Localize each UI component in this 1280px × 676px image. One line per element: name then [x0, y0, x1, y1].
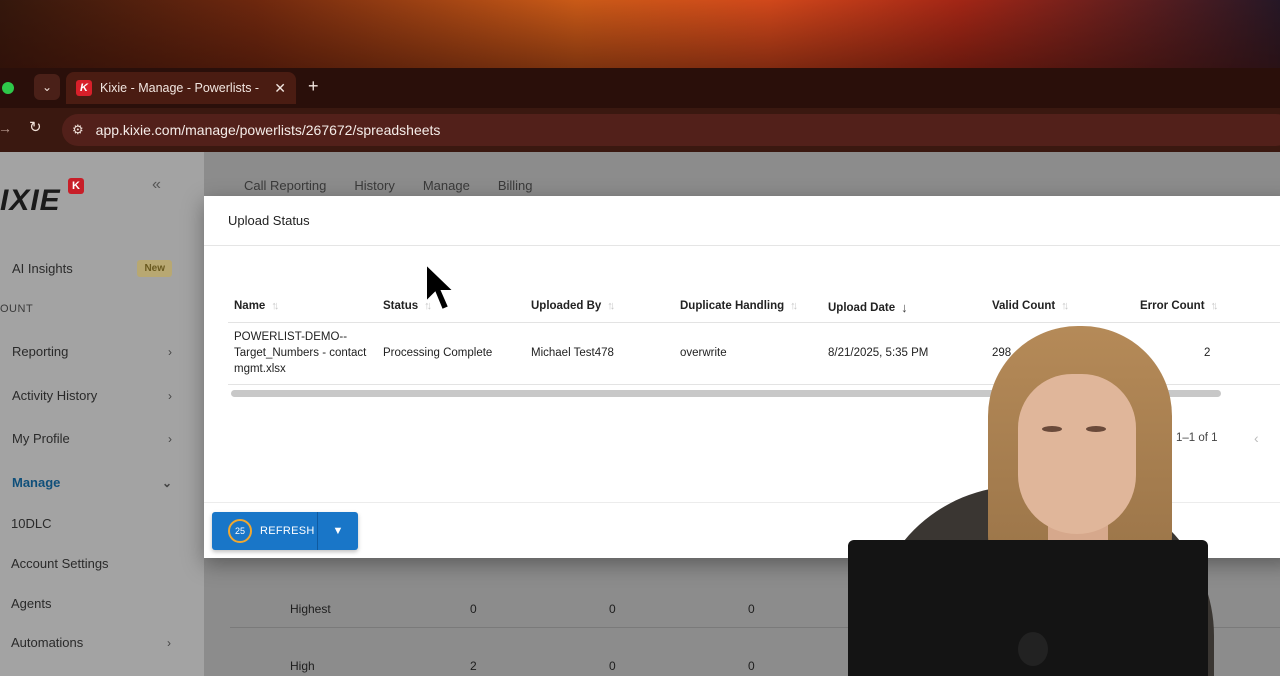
- nav-call-reporting[interactable]: Call Reporting: [244, 178, 326, 193]
- count-cell: 0: [609, 659, 616, 673]
- column-header-upload-date[interactable]: Upload Date ↓: [828, 300, 908, 315]
- main-nav: Call Reporting History Manage Billing: [244, 178, 533, 193]
- webcam-overlay: [846, 326, 1280, 676]
- tab-search-button[interactable]: ⌄: [34, 74, 60, 100]
- sidebar-item-label: AI Insights: [12, 261, 73, 276]
- name-line: POWERLIST-DEMO--: [234, 331, 348, 343]
- sort-icon: ↑↓: [790, 300, 798, 312]
- sort-icon: ↑↓: [1210, 300, 1219, 312]
- name-line: mgmt.xlsx: [234, 363, 286, 375]
- column-header-label: Valid Count: [992, 300, 1056, 312]
- forward-arrow-icon[interactable]: →: [0, 120, 12, 136]
- column-header-label: Uploaded By: [531, 300, 602, 312]
- sidebar-item-label: Agents: [11, 596, 52, 611]
- count-cell: 0: [748, 659, 755, 673]
- nav-history[interactable]: History: [354, 178, 394, 193]
- sidebar-item-my-profile[interactable]: My Profile ›: [12, 431, 172, 446]
- column-header-status[interactable]: Status ↑↓: [383, 300, 432, 312]
- refresh-split-button: 25 REFRESH ▼: [212, 512, 358, 550]
- sidebar-item-activity-history[interactable]: Activity History ›: [12, 388, 172, 403]
- presenter-face: [1018, 374, 1136, 534]
- window-maximize-button[interactable]: [2, 82, 14, 94]
- count-cell: 0: [748, 602, 755, 616]
- arrow-down-icon: ↓: [901, 300, 908, 315]
- reload-icon[interactable]: ↻: [29, 118, 42, 136]
- caret-down-icon: ▼: [332, 525, 344, 537]
- cell-duplicate-handling: overwrite: [680, 347, 727, 359]
- sort-icon: ↑↓: [1061, 300, 1069, 312]
- collapse-sidebar-icon[interactable]: «: [152, 176, 161, 194]
- kixie-logo: IXIE: [0, 184, 61, 217]
- desktop-wallpaper: [0, 0, 1280, 70]
- chevron-down-icon: ⌄: [161, 475, 172, 490]
- sidebar-item-automations[interactable]: Automations ›: [11, 635, 171, 650]
- refresh-button[interactable]: 25 REFRESH: [212, 512, 318, 550]
- column-header-error-count[interactable]: Error Count ↑↓: [1140, 300, 1219, 312]
- refresh-options-dropdown[interactable]: ▼: [318, 525, 358, 537]
- sidebar-item-label: Account Settings: [11, 556, 109, 571]
- cell-uploaded-by: Michael Test478: [531, 347, 614, 359]
- countdown-timer: 25: [228, 519, 252, 543]
- column-header-label: Error Count: [1140, 300, 1205, 312]
- presenter-eye: [1042, 426, 1062, 432]
- close-icon[interactable]: ✕: [274, 80, 286, 97]
- column-header-duplicate-handling[interactable]: Duplicate Handling ↑↓: [680, 300, 798, 312]
- new-tab-button[interactable]: +: [308, 76, 319, 97]
- refresh-label: REFRESH: [260, 525, 315, 537]
- apple-logo-icon: [1018, 632, 1048, 666]
- sidebar-item-label: 10DLC: [11, 516, 52, 531]
- tab-title: Kixie - Manage - Powerlists -: [100, 81, 260, 95]
- name-line: Target_Numbers - contact: [234, 347, 367, 359]
- dialog-title: Upload Status: [228, 213, 310, 228]
- chevron-right-icon: ›: [168, 388, 172, 403]
- sidebar-item-manage[interactable]: Manage ⌄: [12, 475, 172, 490]
- priority-cell: Highest: [290, 602, 331, 616]
- presenter-eye: [1086, 426, 1106, 432]
- section-label: OUNT: [0, 303, 34, 315]
- sidebar-item-agents[interactable]: Agents: [11, 596, 171, 611]
- count-cell: 2: [470, 659, 477, 673]
- column-header-name[interactable]: Name ↑↓: [234, 300, 279, 312]
- sidebar-item-label: Manage: [12, 475, 61, 490]
- cell-name: POWERLIST-DEMO-- Target_Numbers - contac…: [234, 329, 366, 377]
- sidebar-item-label: My Profile: [12, 431, 70, 446]
- chevron-right-icon: ›: [168, 431, 172, 446]
- chevron-right-icon: ›: [168, 344, 172, 359]
- chevron-down-icon: ⌄: [41, 80, 53, 94]
- sort-icon: ↑↓: [271, 300, 279, 312]
- sidebar-item-label: Automations: [11, 635, 84, 650]
- divider: [204, 245, 1280, 246]
- sidebar-item-account-settings[interactable]: Account Settings: [11, 556, 171, 571]
- count-cell: 0: [470, 602, 477, 616]
- column-header-label: Name: [234, 300, 266, 312]
- sidebar-item-reporting[interactable]: Reporting ›: [12, 344, 172, 359]
- kixie-logo-badge: K: [68, 178, 84, 194]
- column-header-uploaded-by[interactable]: Uploaded By ↑↓: [531, 300, 615, 312]
- sidebar-item-ai-insights[interactable]: AI Insights New: [12, 260, 172, 277]
- column-header-label: Status: [383, 300, 419, 312]
- mouse-cursor-icon: [425, 262, 456, 312]
- chevron-right-icon: ›: [167, 635, 171, 650]
- site-settings-icon[interactable]: ⚙: [72, 122, 84, 138]
- url-text: app.kixie.com/manage/powerlists/267672/s…: [95, 122, 441, 138]
- sort-icon: ↑↓: [607, 300, 615, 312]
- divider: [228, 322, 1280, 323]
- column-header-label: Duplicate Handling: [680, 300, 785, 312]
- sidebar-item-label: Reporting: [12, 344, 69, 359]
- browser-tab[interactable]: K Kixie - Manage - Powerlists - ✕: [66, 72, 296, 104]
- column-header-label: Upload Date: [828, 301, 896, 314]
- sidebar-item-label: Activity History: [12, 388, 98, 403]
- address-bar[interactable]: ⚙ app.kixie.com/manage/powerlists/267672…: [62, 114, 1280, 146]
- kixie-favicon-icon: K: [76, 80, 92, 96]
- column-header-valid-count[interactable]: Valid Count ↑↓: [992, 300, 1069, 312]
- nav-manage[interactable]: Manage: [423, 178, 470, 193]
- count-cell: 0: [609, 602, 616, 616]
- new-badge: New: [137, 260, 172, 277]
- sidebar-item-10dlc[interactable]: 10DLC: [11, 516, 171, 531]
- sidebar: IXIE K « AI Insights New OUNT Reporting …: [0, 152, 204, 676]
- nav-billing[interactable]: Billing: [498, 178, 533, 193]
- priority-cell: High: [290, 659, 315, 673]
- cell-status: Processing Complete: [383, 347, 493, 359]
